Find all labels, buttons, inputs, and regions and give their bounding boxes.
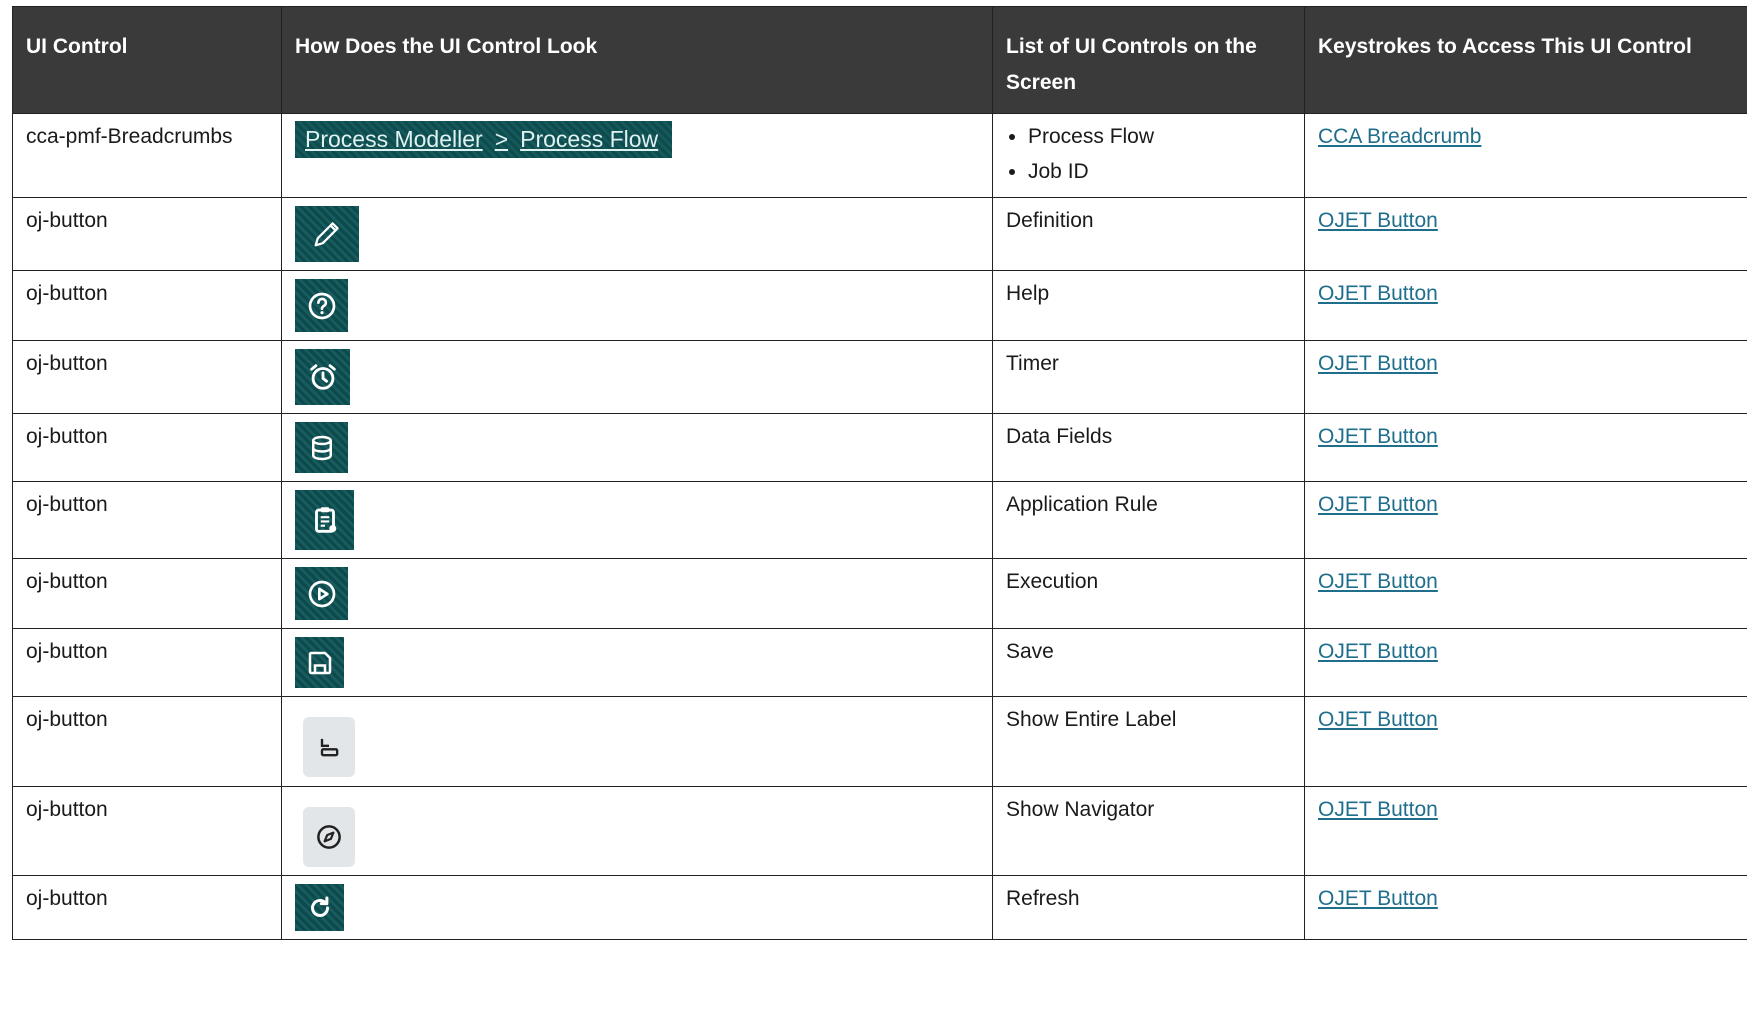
save-icon (295, 637, 344, 688)
ojet-button-link[interactable]: OJET Button (1318, 493, 1438, 516)
table-row: oj-button Show Navigator OJET Button (12, 786, 1747, 876)
compass-icon (303, 807, 355, 867)
control-name: oj-button (12, 270, 282, 341)
control-label: Show Entire Label (992, 696, 1305, 787)
header-keystrokes: Keystrokes to Access This UI Control (1304, 6, 1747, 114)
ojet-button-link[interactable]: OJET Button (1318, 640, 1438, 663)
control-label: Data Fields (992, 413, 1305, 482)
look-cell (281, 628, 993, 697)
table-row: cca-pmf-Breadcrumbs Process Modeller > Pro… (12, 113, 1747, 198)
keystroke-cell: OJET Button (1304, 786, 1747, 876)
table-row: oj-button Save OJET Button (12, 628, 1747, 697)
table-row: oj-button Refresh OJET Button (12, 875, 1747, 940)
alarm-clock-icon (295, 349, 350, 405)
control-label: Definition (992, 197, 1305, 271)
ojet-button-link[interactable]: OJET Button (1318, 887, 1438, 910)
header-look: How Does the UI Control Look (281, 6, 993, 114)
breadcrumb-seg-process-flow: Process Flow (520, 126, 659, 152)
control-label: Show Navigator (992, 786, 1305, 876)
control-list: Process Flow Job ID (1006, 119, 1291, 189)
list-item: Job ID (1028, 154, 1291, 189)
control-label: Help (992, 270, 1305, 341)
look-cell (281, 197, 993, 271)
control-name: oj-button (12, 413, 282, 482)
ojet-button-link[interactable]: OJET Button (1318, 798, 1438, 821)
table-row: oj-button Application Rule OJET Button (12, 481, 1747, 559)
keystroke-cell: OJET Button (1304, 197, 1747, 271)
look-cell (281, 413, 993, 482)
look-cell (281, 875, 993, 940)
table-row: oj-button Execution OJET Button (12, 558, 1747, 629)
table-row: oj-button Show Entire Label OJET Button (12, 696, 1747, 787)
keystroke-cell: OJET Button (1304, 628, 1747, 697)
control-name: oj-button (12, 875, 282, 940)
ojet-button-link[interactable]: OJET Button (1318, 352, 1438, 375)
control-name: oj-button (12, 558, 282, 629)
database-icon (295, 422, 348, 473)
breadcrumb-image: Process Modeller > Process Flow (295, 121, 673, 158)
table-row: oj-button Data Fields OJET Button (12, 413, 1747, 482)
breadcrumb-seg-process-modeller: Process Modeller (305, 126, 483, 152)
table-row: oj-button Definition OJET Button (12, 197, 1747, 271)
ojet-button-link[interactable]: OJET Button (1318, 282, 1438, 305)
cca-breadcrumb-link[interactable]: CCA Breadcrumb (1318, 125, 1481, 148)
header-list: List of UI Controls on the Screen (992, 6, 1305, 114)
control-label: Save (992, 628, 1305, 697)
ojet-button-link[interactable]: OJET Button (1318, 708, 1438, 731)
keystroke-cell: OJET Button (1304, 340, 1747, 414)
clipboard-rule-icon (295, 490, 354, 550)
list-cell: Process Flow Job ID (992, 113, 1305, 198)
help-icon (295, 279, 348, 332)
look-cell (281, 786, 993, 876)
control-name: oj-button (12, 696, 282, 787)
ojet-button-link[interactable]: OJET Button (1318, 570, 1438, 593)
keystroke-cell: OJET Button (1304, 413, 1747, 482)
control-name: oj-button (12, 197, 282, 271)
pencil-icon (295, 206, 359, 262)
label-icon (303, 717, 355, 777)
control-label: Execution (992, 558, 1305, 629)
ui-controls-table: UI Control How Does the UI Control Look … (12, 6, 1747, 940)
table-row: oj-button Timer OJET Button (12, 340, 1747, 414)
ojet-button-link[interactable]: OJET Button (1318, 209, 1438, 232)
breadcrumb-separator: > (494, 126, 509, 152)
keystroke-cell: OJET Button (1304, 875, 1747, 940)
control-name: oj-button (12, 628, 282, 697)
keystroke-cell: OJET Button (1304, 696, 1747, 787)
look-cell (281, 270, 993, 341)
keystroke-cell: CCA Breadcrumb (1304, 113, 1747, 198)
control-name: cca-pmf-Breadcrumbs (12, 113, 282, 198)
header-row: UI Control How Does the UI Control Look … (12, 6, 1747, 114)
keystroke-cell: OJET Button (1304, 481, 1747, 559)
look-cell (281, 558, 993, 629)
look-cell: Process Modeller > Process Flow (281, 113, 993, 198)
play-circle-icon (295, 567, 348, 620)
ojet-button-link[interactable]: OJET Button (1318, 425, 1438, 448)
control-label: Refresh (992, 875, 1305, 940)
control-name: oj-button (12, 481, 282, 559)
look-cell (281, 340, 993, 414)
control-name: oj-button (12, 786, 282, 876)
look-cell (281, 696, 993, 787)
header-ui-control: UI Control (12, 6, 282, 114)
table-row: oj-button Help OJET Button (12, 270, 1747, 341)
look-cell (281, 481, 993, 559)
control-label: Application Rule (992, 481, 1305, 559)
control-name: oj-button (12, 340, 282, 414)
refresh-icon (295, 884, 344, 931)
keystroke-cell: OJET Button (1304, 558, 1747, 629)
keystroke-cell: OJET Button (1304, 270, 1747, 341)
control-label: Timer (992, 340, 1305, 414)
list-item: Process Flow (1028, 119, 1291, 154)
